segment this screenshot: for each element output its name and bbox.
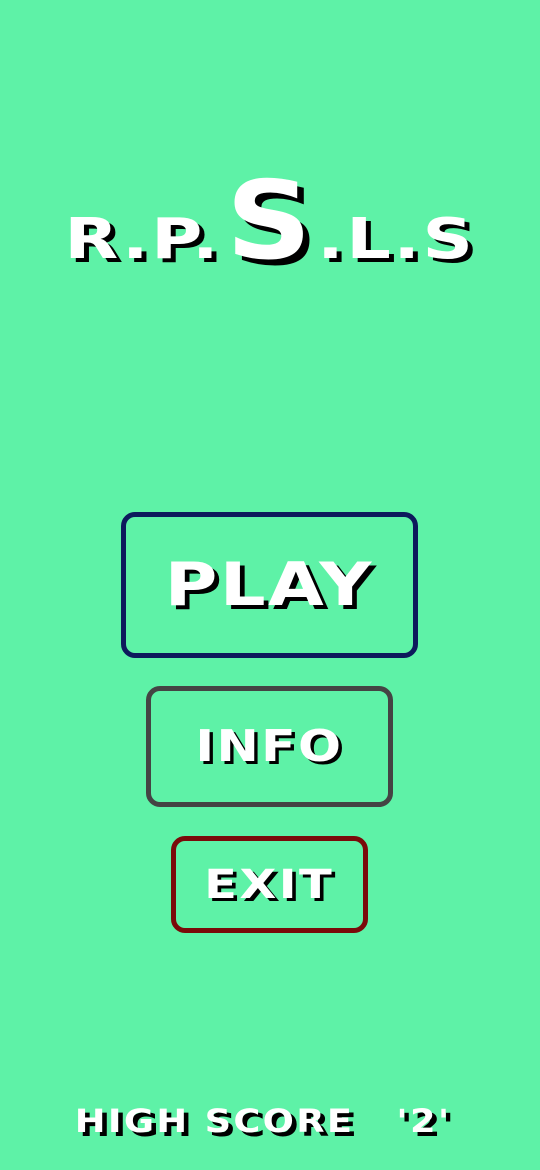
- info-button[interactable]: INFO: [146, 686, 393, 807]
- title-big-letter: S: [225, 159, 314, 284]
- title-prefix: R.P.: [64, 207, 222, 272]
- title-suffix: .L.S: [317, 207, 476, 272]
- high-score-value: '2': [396, 1102, 452, 1140]
- play-button-label: PLAY: [164, 550, 375, 620]
- exit-button[interactable]: EXIT: [171, 836, 368, 933]
- game-title: R.P. S .L.S: [0, 159, 540, 284]
- info-button-label: INFO: [195, 721, 344, 772]
- high-score-label: HIGH SCORE: [74, 1102, 354, 1140]
- high-score: HIGH SCORE '2': [0, 1096, 540, 1146]
- exit-button-label: EXIT: [204, 861, 335, 908]
- play-button[interactable]: PLAY: [121, 512, 418, 658]
